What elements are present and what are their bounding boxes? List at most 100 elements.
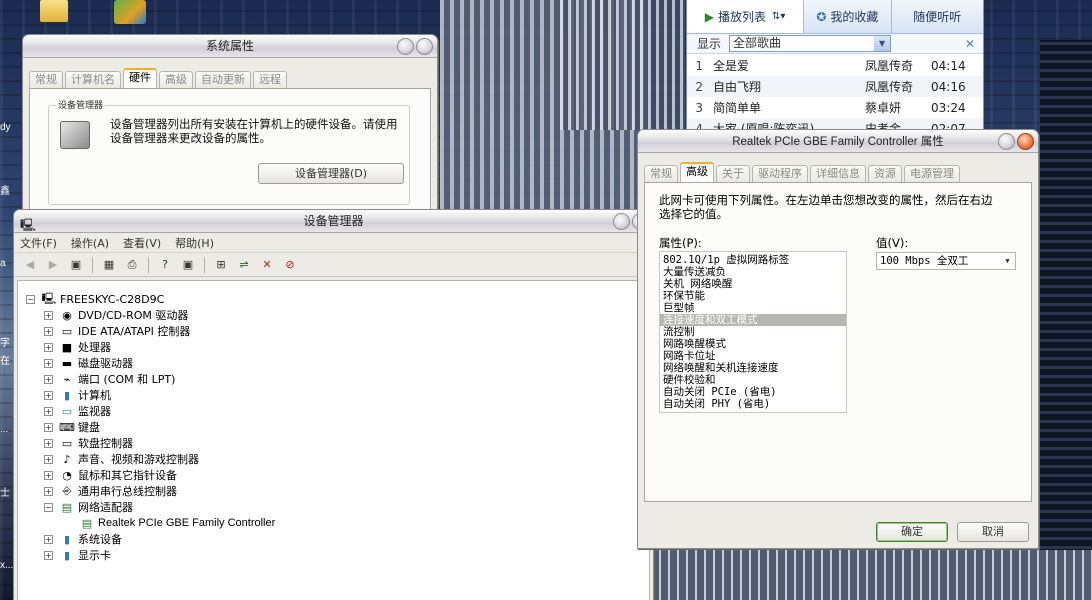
expand-icon[interactable]: + [44, 310, 53, 320]
tab-computer-name[interactable]: 计算机名 [65, 71, 121, 88]
close-button[interactable] [416, 38, 433, 55]
property-item[interactable]: 自动关闭 PHY (省电) [660, 398, 846, 410]
menu-help[interactable]: 帮助(H) [175, 235, 214, 251]
expand-icon[interactable]: + [44, 406, 53, 416]
help-button[interactable] [998, 133, 1015, 150]
up-icon[interactable]: ▣ [66, 256, 86, 274]
expand-icon[interactable]: + [44, 326, 53, 336]
tab-remote[interactable]: 远程 [253, 71, 287, 88]
tab-random[interactable]: 随便听听 [892, 0, 983, 33]
tree-item[interactable]: − ▤ 网络适配器 [44, 499, 133, 515]
song-row[interactable]: 1 全是爱 凤凰传奇 04:14 [687, 55, 983, 76]
expand-icon[interactable]: + [44, 486, 53, 496]
title-bar[interactable]: Realtek PCIe GBE Family Controller 属性 [638, 130, 1038, 153]
tab-favorites[interactable]: ✪ 我的收藏 [804, 0, 892, 33]
app-icon[interactable] [114, 0, 146, 24]
tab-advanced[interactable]: 高级 [680, 162, 714, 182]
song-row[interactable]: 3 简简单单 蔡卓妍 03:24 [687, 97, 983, 118]
property-item[interactable]: 环保节能 [660, 290, 846, 302]
close-button[interactable] [1017, 133, 1034, 150]
ok-button[interactable]: 确定 [876, 522, 948, 542]
tree-item[interactable]: + ♪ 声音、视频和游戏控制器 [44, 451, 199, 467]
tree-item[interactable]: ▤ Realtek PCIe GBE Family Controller [79, 515, 275, 531]
tree-item[interactable]: + ▬ 磁盘驱动器 [44, 355, 133, 371]
expand-icon[interactable]: + [44, 422, 53, 432]
tree-item-label: 键盘 [78, 421, 100, 434]
property-item[interactable]: 巨型帧 [660, 302, 846, 314]
tree-item[interactable]: + ⎆ 通用串行总线控制器 [44, 483, 177, 499]
print-icon[interactable]: ⎙ [122, 256, 142, 274]
help-icon[interactable]: ? [155, 256, 175, 274]
tree-item[interactable]: + ◔ 鼠标和其它指针设备 [44, 467, 177, 483]
tree-item[interactable]: + ▭ 软盘控制器 [44, 435, 133, 451]
tab-general[interactable]: 常规 [644, 165, 678, 182]
collapse-icon[interactable]: − [44, 502, 53, 512]
tab-general[interactable]: 常规 [29, 71, 63, 88]
property-item[interactable]: 关机 网络唤醒 [660, 278, 846, 290]
tree-item[interactable]: + ▮ 显示卡 [44, 547, 111, 563]
tree-item[interactable]: + ⌨ 键盘 [44, 419, 100, 435]
song-row[interactable]: 2 自由飞翔 凤凰传奇 04:16 [687, 76, 983, 97]
property-item[interactable]: 网络唤醒和关机连接速度 [660, 362, 846, 374]
back-icon[interactable]: ◀ [20, 256, 40, 274]
expand-icon[interactable]: + [44, 438, 53, 448]
tree-item[interactable]: + ◉ DVD/CD-ROM 驱动器 [44, 307, 188, 323]
scan-hardware-icon[interactable]: ⊞ [211, 256, 231, 274]
property-item[interactable]: 802.1Q/1p 虚拟网路标签 [660, 254, 846, 266]
device-manager-button[interactable]: 设备管理器(D) [258, 163, 404, 184]
display-adapter-icon: ▮ [63, 548, 71, 562]
tab-auto-update[interactable]: 自动更新 [195, 71, 251, 88]
cancel-button[interactable]: 取消 [957, 522, 1029, 542]
property-item[interactable]: 网路唤醒模式 [660, 338, 846, 350]
property-item[interactable]: 大量传送减负 [660, 266, 846, 278]
property-list[interactable]: 802.1Q/1p 虚拟网路标签 大量传送减负 关机 网络唤醒 环保节能 巨型帧… [659, 251, 847, 413]
tree-item[interactable]: + ▭ IDE ATA/ATAPI 控制器 [44, 323, 190, 339]
collapse-icon[interactable]: − [26, 294, 35, 304]
menu-action[interactable]: 操作(A) [71, 235, 109, 251]
expand-icon[interactable]: + [44, 454, 53, 464]
tree-root[interactable]: − 🖳 FREESKYC-C28D9C [26, 291, 164, 307]
show-hide-icon[interactable]: ▣ [178, 256, 198, 274]
tab-details[interactable]: 详细信息 [810, 165, 866, 182]
tab-power[interactable]: 电源管理 [904, 165, 960, 182]
expand-icon[interactable]: + [44, 374, 53, 384]
tab-resources[interactable]: 资源 [868, 165, 902, 182]
expand-icon[interactable]: + [44, 358, 53, 368]
property-item[interactable]: 自动关闭 PCIe (省电) [660, 386, 846, 398]
expand-icon[interactable]: + [44, 534, 53, 544]
disable-icon[interactable]: ⊘ [280, 256, 300, 274]
title-bar[interactable]: 🖳 设备管理器 [14, 210, 653, 233]
property-item-selected[interactable]: 连接速度和双工模式 [660, 314, 846, 326]
expand-icon[interactable]: + [44, 342, 53, 352]
minimize-button[interactable] [613, 213, 630, 230]
update-driver-icon[interactable]: ⇌ [234, 256, 254, 274]
uninstall-icon[interactable]: ✕ [257, 256, 277, 274]
filter-select[interactable]: 全部歌曲 ▼ [729, 35, 892, 52]
tree-item[interactable]: + ▮ 系统设备 [44, 531, 122, 547]
tree-item[interactable]: + ▮ 计算机 [44, 387, 111, 403]
expand-icon[interactable]: + [44, 470, 53, 480]
tab-playlist[interactable]: ▶ 播放列表 ⇅▾ [687, 0, 805, 33]
tree-item[interactable]: + ▭ 监视器 [44, 403, 111, 419]
menu-view[interactable]: 查看(V) [123, 235, 161, 251]
tab-about[interactable]: 关于 [716, 165, 750, 182]
tab-advanced[interactable]: 高级 [159, 71, 193, 88]
property-item[interactable]: 流控制 [660, 326, 846, 338]
properties-icon[interactable]: ▦ [99, 256, 119, 274]
desktop-icon-label: 在 [0, 356, 10, 367]
value-select[interactable]: 100 Mbps 全双工 ▼ [876, 252, 1016, 270]
expand-icon[interactable]: + [44, 390, 53, 400]
tree-item[interactable]: + ■ 处理器 [44, 339, 111, 355]
help-button[interactable] [397, 38, 414, 55]
forward-icon[interactable]: ▶ [43, 256, 63, 274]
property-item[interactable]: 网路卡位址 [660, 350, 846, 362]
property-item[interactable]: 硬件校验和 [660, 374, 846, 386]
clear-icon[interactable]: ✕ [965, 37, 975, 51]
system-properties-window: 系统属性 常规 计算机名 硬件 高级 自动更新 远程 设备管理器 设备管理器列出… [22, 34, 438, 224]
tab-hardware[interactable]: 硬件 [123, 68, 157, 88]
tree-item[interactable]: + ⌁ 端口 (COM 和 LPT) [44, 371, 175, 387]
folder-icon[interactable] [40, 0, 68, 22]
expand-icon[interactable]: + [44, 550, 53, 560]
tab-driver[interactable]: 驱动程序 [752, 165, 808, 182]
title-bar[interactable]: 系统属性 [23, 35, 437, 58]
